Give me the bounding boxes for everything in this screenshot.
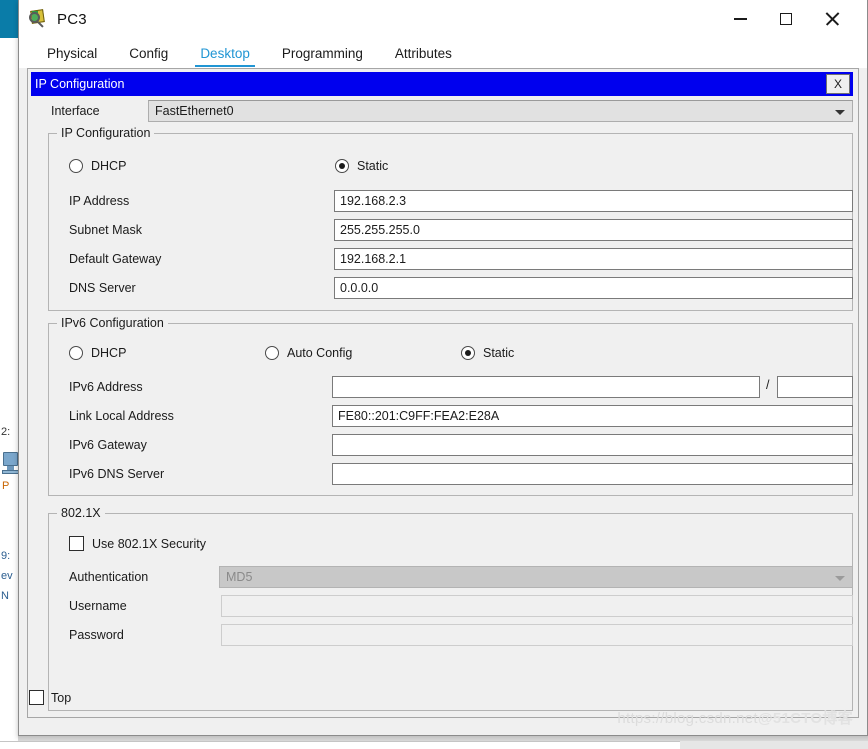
interface-select[interactable]: FastEthernet0: [148, 100, 853, 122]
interface-select-value: FastEthernet0: [155, 104, 234, 118]
close-button[interactable]: [809, 0, 855, 38]
pc3-device-window: PC3 Physical Config Desktop Programming …: [18, 0, 868, 736]
default-gateway-label: Default Gateway: [69, 252, 162, 266]
ip-configuration-header: IP Configuration X: [31, 72, 853, 96]
background-text-fragment: 2:: [1, 426, 11, 438]
ip-configuration-title: IP Configuration: [35, 77, 125, 91]
password-label: Password: [69, 628, 124, 642]
ip-configuration-group-legend: IP Configuration: [57, 126, 155, 140]
radio-icon: [69, 159, 83, 173]
radio-icon: [69, 346, 83, 360]
ipv6-prefix-separator: /: [766, 378, 770, 392]
ipv6-address-label: IPv6 Address: [69, 380, 143, 394]
username-input[interactable]: [221, 595, 853, 617]
tab-programming[interactable]: Programming: [266, 46, 379, 68]
tab-desktop[interactable]: Desktop: [184, 46, 266, 68]
default-gateway-input[interactable]: 192.168.2.1: [334, 248, 853, 270]
authentication-select-value: MD5: [226, 570, 253, 584]
ipv6-configuration-group-legend: IPv6 Configuration: [57, 316, 168, 330]
ipv6-mode-dhcp-label: DHCP: [91, 346, 127, 360]
dns-server-label: DNS Server: [69, 281, 136, 295]
watermark-site: @51CTO博客: [757, 710, 853, 727]
maximize-button[interactable]: [763, 0, 809, 38]
ip-configuration-close-button[interactable]: X: [826, 74, 850, 94]
packet-tracer-device-icon: [29, 9, 49, 29]
background-text-fragment: N: [1, 590, 9, 602]
use-802-1x-security-checkbox[interactable]: Use 802.1X Security: [69, 536, 206, 551]
watermark-url: https://blog.csdn.net: [617, 710, 758, 727]
link-local-address-input[interactable]: FE80::201:C9FF:FEA2:E28A: [332, 405, 853, 427]
authentication-label: Authentication: [69, 570, 149, 584]
interface-row: Interface FastEthernet0: [31, 100, 853, 122]
ipv6-mode-static-radio[interactable]: Static: [461, 346, 514, 360]
ip-configuration-group: IP Configuration DHCP Static IP Address …: [48, 126, 853, 311]
taskbar-right: [680, 741, 868, 749]
background-text-fragment: 9:: [1, 550, 11, 562]
checkbox-icon: [29, 690, 44, 705]
password-input[interactable]: [221, 624, 853, 646]
link-local-address-label: Link Local Address: [69, 409, 174, 423]
dns-server-input[interactable]: 0.0.0.0: [334, 277, 853, 299]
chevron-down-icon: [835, 576, 845, 581]
subnet-mask-input[interactable]: 255.255.255.0: [334, 219, 853, 241]
ip-address-label: IP Address: [69, 194, 130, 208]
taskbar-left: [0, 741, 680, 749]
ipv6-gateway-label: IPv6 Gateway: [69, 438, 147, 452]
ipv6-mode-static-label: Static: [483, 346, 515, 360]
tab-attributes[interactable]: Attributes: [379, 46, 468, 68]
background-text-fragment: P: [2, 480, 10, 492]
background-text-fragment: ev: [1, 570, 13, 582]
tab-config[interactable]: Config: [113, 46, 184, 68]
ipv6-prefix-input[interactable]: [777, 376, 853, 398]
checkbox-icon: [69, 536, 84, 551]
ip-address-input[interactable]: 192.168.2.3: [334, 190, 853, 212]
top-checkbox[interactable]: Top: [29, 690, 71, 705]
dot1x-group: 802.1X Use 802.1X Security Authenticatio…: [48, 506, 853, 711]
ipv6-dns-server-label: IPv6 DNS Server: [69, 467, 165, 481]
ipv6-gateway-input[interactable]: [332, 434, 853, 456]
chevron-down-icon: [835, 110, 845, 115]
window-title: PC3: [57, 10, 87, 28]
device-tabs: Physical Config Desktop Programming Attr…: [19, 38, 867, 68]
radio-icon: [335, 159, 349, 173]
accent-strip-left: [0, 0, 18, 38]
minimize-icon: [733, 18, 747, 20]
ip-mode-static-label: Static: [357, 159, 389, 173]
ipv6-mode-auto-config-label: Auto Config: [287, 346, 353, 360]
subnet-mask-label: Subnet Mask: [69, 223, 142, 237]
use-802-1x-security-label: Use 802.1X Security: [92, 536, 206, 551]
ip-mode-static-radio[interactable]: Static: [335, 159, 388, 173]
ipv6-mode-auto-config-radio[interactable]: Auto Config: [265, 346, 352, 360]
radio-icon: [461, 346, 475, 360]
window-titlebar: PC3: [19, 0, 867, 38]
ipv6-configuration-group: IPv6 Configuration DHCP Auto Config Stat…: [48, 316, 853, 496]
username-label: Username: [69, 599, 127, 613]
desktop-panel: IP Configuration X Interface FastEtherne…: [27, 68, 859, 718]
maximize-icon: [780, 13, 792, 25]
window-controls: [717, 0, 855, 38]
background-pc-device-icon: [1, 452, 19, 478]
watermark: https://blog.csdn.net@51CTO博客: [617, 707, 853, 728]
minimize-button[interactable]: [717, 0, 763, 38]
ipv6-address-input[interactable]: [332, 376, 760, 398]
top-checkbox-label: Top: [51, 690, 72, 705]
tab-physical[interactable]: Physical: [31, 46, 113, 68]
background-app-strip: [0, 0, 20, 749]
ipv6-mode-dhcp-radio[interactable]: DHCP: [69, 346, 126, 360]
interface-label: Interface: [51, 104, 100, 118]
ipv6-dns-server-input[interactable]: [332, 463, 853, 485]
close-icon: [825, 12, 839, 26]
authentication-select[interactable]: MD5: [219, 566, 853, 588]
dot1x-group-legend: 802.1X: [57, 506, 105, 520]
ip-mode-dhcp-label: DHCP: [91, 159, 127, 173]
ip-mode-dhcp-radio[interactable]: DHCP: [69, 159, 126, 173]
radio-icon: [265, 346, 279, 360]
